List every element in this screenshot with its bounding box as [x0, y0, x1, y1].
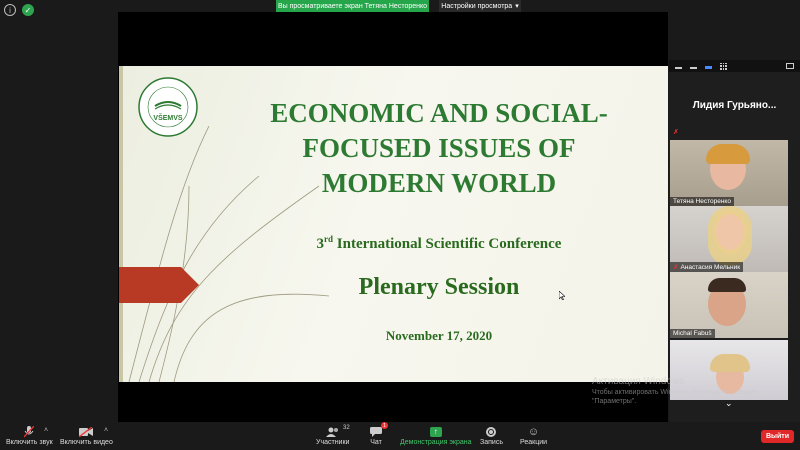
share-screen-label: Демонстрация экрана: [400, 439, 472, 446]
participant-tile[interactable]: ✗ Анастасия Мельник: [670, 206, 788, 272]
info-icon[interactable]: i: [4, 4, 16, 16]
record-label: Запись: [480, 439, 503, 446]
share-screen-button[interactable]: ↑ Демонстрация экрана: [400, 425, 472, 446]
session-title: Plenary Session: [358, 274, 520, 300]
chat-label: Чат: [370, 439, 382, 446]
chat-icon: 1: [370, 422, 388, 438]
slide-title-line-1: ECONOMIC AND SOCIAL-: [270, 98, 608, 128]
subtitle-text: International Scientific Conference: [333, 236, 562, 252]
view-options-label: Настройки просмотра: [441, 2, 513, 10]
minimize-icon[interactable]: [675, 64, 682, 69]
participants-label: Участники: [316, 439, 350, 446]
presentation-slide: VŠEMVS ECONOMIC AND SOCIAL- FOCUSED ISSU…: [119, 66, 668, 382]
speaker-view-icon[interactable]: [705, 64, 712, 69]
watermark-line: "Параметры".: [592, 398, 637, 405]
view-options-button[interactable]: Настройки просмотра ▾: [439, 0, 521, 12]
start-video-label: Включить видео: [60, 439, 113, 446]
participants-icon: 32: [325, 425, 350, 438]
record-icon: [486, 425, 497, 438]
participants-count: 32: [343, 425, 350, 431]
reactions-label: Реакции: [520, 439, 548, 446]
strip-view-icon[interactable]: [690, 64, 697, 69]
participant-face-front: [716, 214, 744, 250]
watermark-line: Чтобы активировать Windows, перейдите в …: [592, 389, 758, 396]
panel-view-controls: [669, 60, 800, 72]
vsemvs-logo: VŠEMVS: [138, 77, 198, 137]
share-screen-icon: ↑: [429, 425, 442, 438]
participant-name: ✗ Анастасия Мельник: [670, 262, 744, 272]
red-arrow-shape: [119, 267, 199, 303]
participants-button[interactable]: 32 Участники: [316, 425, 350, 446]
windows-activation-watermark: Активация Windows Чтобы активировать Win…: [592, 376, 792, 406]
gallery-view-icon[interactable]: [720, 62, 727, 70]
subtitle-ordinal: 3: [316, 236, 325, 252]
watermark-title: Активация Windows: [592, 376, 685, 387]
participant-hair: [708, 278, 746, 292]
video-off-icon: [79, 425, 94, 438]
reactions-button[interactable]: ☺ Реакции: [520, 425, 548, 447]
chevron-down-icon: ▾: [515, 3, 519, 10]
video-options-caret-icon[interactable]: ˄: [104, 427, 108, 434]
sharing-banner: Вы просматриваете экран Тетяна Несторенк…: [276, 0, 429, 12]
participant-tile[interactable]: Michal Fabuš: [670, 272, 788, 338]
participant-tile[interactable]: Тетяна Несторенко: [670, 140, 788, 206]
conference-subtitle: 3rd International Scientific Conference: [239, 234, 639, 253]
slide-title: ECONOMIC AND SOCIAL- FOCUSED ISSUES OF M…: [239, 96, 639, 201]
slide-title-line-2: FOCUSED ISSUES OF: [302, 133, 576, 163]
record-button[interactable]: Запись: [480, 425, 503, 446]
mouse-cursor-icon: [559, 291, 565, 300]
leave-meeting-button[interactable]: Выйти: [761, 430, 794, 443]
reactions-icon: ☺: [527, 425, 540, 438]
zoom-window: i ✓ Вы просматриваете экран Тетяна Несто…: [0, 0, 800, 450]
participant-hair: [706, 144, 750, 164]
muted-mic-icon: ✗: [673, 264, 679, 271]
slide-edge-strip: [119, 66, 123, 382]
chat-button[interactable]: 1 Чат: [370, 422, 388, 446]
muted-mic-icon: ✗: [673, 129, 679, 136]
active-speaker-name: Лидия Гурьяно...: [692, 99, 777, 111]
slide-title-line-3: MODERN WORLD: [321, 168, 557, 198]
unmute-label: Включить звук: [6, 439, 53, 446]
muted-microphone-icon: [24, 425, 35, 438]
logo-text: VŠEMVS: [153, 113, 183, 122]
exit-fullscreen-icon[interactable]: [786, 63, 794, 69]
conference-date: November 17, 2020: [385, 328, 493, 343]
window-status-icons: i ✓: [4, 4, 34, 16]
subtitle-ordinal-suffix: rd: [324, 234, 334, 244]
participant-hair: [710, 354, 750, 372]
meeting-toolbar: Включить звук ˄ Включить видео ˄ 32 Учас…: [0, 422, 800, 450]
audio-options-caret-icon[interactable]: ˄: [44, 427, 48, 434]
shield-icon[interactable]: ✓: [22, 4, 34, 16]
participant-name: Michal Fabuš: [670, 329, 715, 338]
participant-name: Тетяна Несторенко: [670, 197, 734, 206]
participants-video-panel: Лидия Гурьяно... ✗ Тетяна Несторенко ✗ Ан…: [669, 60, 800, 422]
chat-badge: 1: [381, 422, 388, 429]
